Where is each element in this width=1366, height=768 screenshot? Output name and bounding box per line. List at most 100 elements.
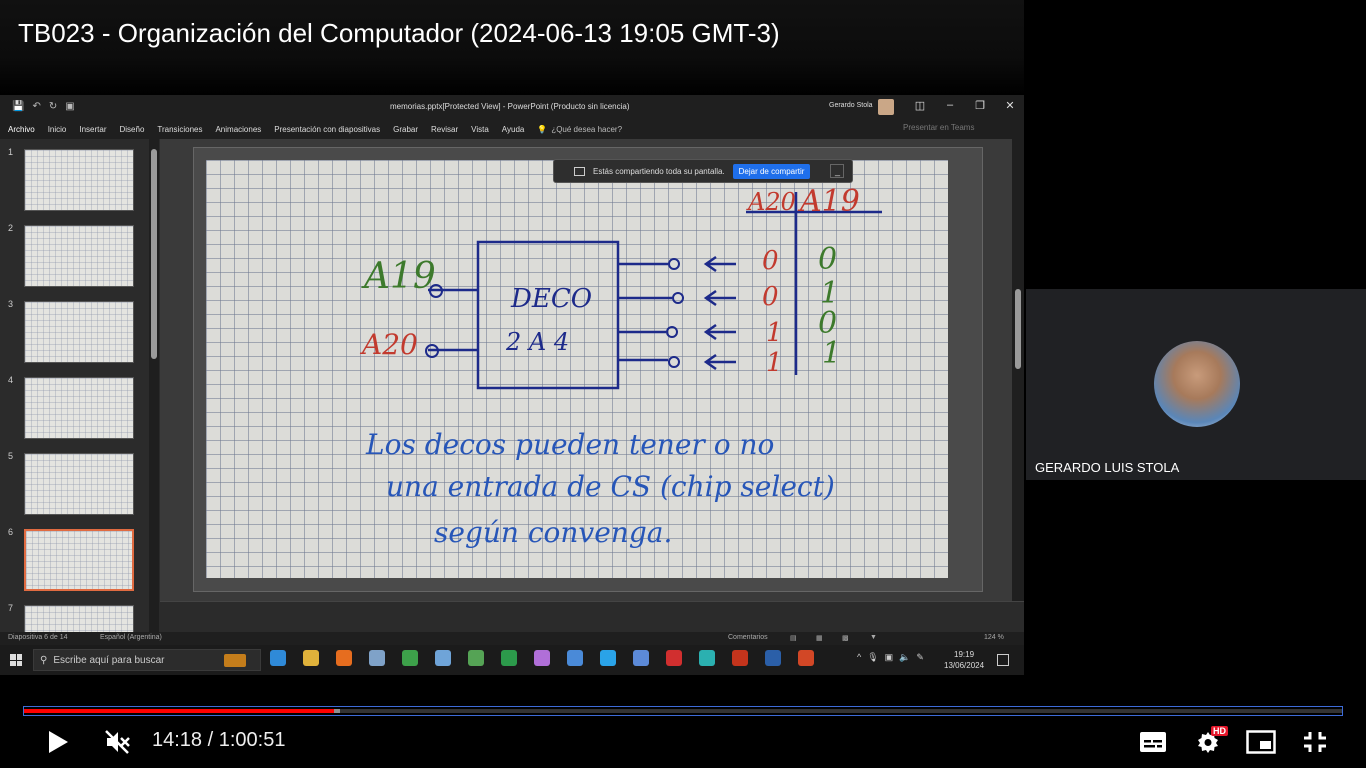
ppt-status-bar: Diapositiva 6 de 14 Español (Argentina) … (0, 632, 1024, 645)
redo-icon[interactable]: ↻ (49, 101, 57, 112)
taskbar-app-icon[interactable] (600, 650, 616, 666)
taskbar-app-icon[interactable] (270, 650, 286, 666)
play-icon (49, 731, 68, 753)
table-cell: 1 (766, 348, 783, 378)
tab-presentacion[interactable]: Presentación con diapositivas (274, 125, 380, 134)
table-cell: 0 (762, 246, 779, 276)
tab-archivo[interactable]: Archivo (8, 125, 35, 134)
taskbar-app-icon[interactable] (435, 650, 451, 666)
search-icon: ⚲ (40, 654, 48, 666)
taskbar-app-icon[interactable] (666, 650, 682, 666)
taskbar-app-icon[interactable] (402, 650, 418, 666)
taskbar-app-icon[interactable] (534, 650, 550, 666)
slide-thumbnail[interactable]: 7 (0, 603, 150, 632)
tab-ayuda[interactable]: Ayuda (502, 125, 525, 134)
thumbnails-scrollbar[interactable] (149, 139, 159, 632)
slide-canvas[interactable]: A19 A20 DECO 2 A 4 A20 A19 0 0 1 1 0 1 0… (160, 139, 1024, 601)
tab-inicio[interactable]: Inicio (48, 125, 67, 134)
tab-diseno[interactable]: Diseño (120, 125, 145, 134)
decoder-label-line1: DECO (511, 284, 593, 314)
restore-icon[interactable]: ❐ (974, 99, 986, 112)
tab-insertar[interactable]: Insertar (79, 125, 106, 134)
slide-thumb-image (24, 377, 134, 439)
slide-thumbnail[interactable]: 2 (0, 223, 150, 291)
slide-frame: A19 A20 DECO 2 A 4 A20 A19 0 0 1 1 0 1 0… (193, 147, 983, 592)
table-cell: 0 (818, 242, 838, 277)
slide-thumbnail[interactable]: 1 (0, 147, 150, 215)
taskbar-search[interactable]: ⚲ Escribe aquí para buscar (33, 649, 261, 671)
undo-icon[interactable]: ↶ (32, 101, 40, 112)
miniplayer-button[interactable] (1243, 724, 1279, 760)
video-player[interactable]: 💾 ↶ ↻ ▣ memorias.pptx[Protected View] - … (0, 0, 1366, 768)
microphone-icon[interactable]: 🎙 (867, 652, 878, 663)
ribbon-display-icon[interactable]: ◫ (914, 99, 926, 112)
network-icon[interactable]: ▣ (885, 652, 894, 663)
stop-sharing-button[interactable]: Dejar de compartir (732, 163, 811, 179)
clock-time: 19:19 (954, 650, 975, 659)
tab-revisar[interactable]: Revisar (431, 125, 458, 134)
slide-thumbnail-active[interactable]: 6 (0, 527, 150, 595)
miniplayer-icon (1246, 730, 1276, 754)
notification-icon[interactable] (997, 654, 1009, 666)
play-button[interactable] (40, 724, 76, 760)
scrollbar-thumb[interactable] (151, 149, 157, 359)
tab-vista[interactable]: Vista (471, 125, 489, 134)
windows-start-icon[interactable] (10, 654, 22, 666)
slides-panel: 1 2 3 4 5 6 7 (0, 139, 160, 632)
normal-view-icon[interactable]: ▤ (790, 634, 797, 642)
taskbar-app-icon[interactable] (369, 650, 385, 666)
taskbar-app-icon[interactable] (732, 650, 748, 666)
slide-sorter-icon[interactable]: ▦ (816, 634, 823, 642)
pen-icon[interactable]: ✎ (916, 652, 924, 663)
taskbar-app-icon[interactable] (303, 650, 319, 666)
tab-grabar[interactable]: Grabar (393, 125, 418, 134)
progress-bar[interactable] (23, 706, 1343, 716)
table-header-a19: A19 (800, 184, 860, 219)
status-language[interactable]: Español (Argentina) (100, 634, 162, 641)
taskbar-app-icon[interactable] (501, 650, 517, 666)
minimize-share-bar-button[interactable]: _ (830, 164, 845, 178)
close-icon[interactable]: ✕ (1004, 99, 1016, 112)
system-tray: ^ 🎙 ▣ 🔈 ✎ (857, 652, 924, 663)
taskbar-app-icon[interactable] (336, 650, 352, 666)
ppt-user-name[interactable]: Gerardo Stola (829, 102, 873, 109)
settings-button[interactable]: HD (1190, 724, 1228, 760)
slide-thumbnail[interactable]: 3 (0, 299, 150, 367)
slide-thumbnail[interactable]: 5 (0, 451, 150, 519)
save-icon[interactable]: 💾 (12, 101, 24, 112)
taskbar-app-icon[interactable] (633, 650, 649, 666)
present-in-teams[interactable]: Presentar en Teams (903, 123, 974, 132)
slideshow-icon[interactable]: ▼ (870, 634, 877, 641)
clock-date: 13/06/2024 (944, 661, 985, 670)
volume-icon[interactable]: 🔈 (899, 652, 910, 663)
slide-photo-handwritten: A19 A20 DECO 2 A 4 A20 A19 0 0 1 1 0 1 0… (206, 160, 948, 578)
slide-number: 5 (8, 451, 14, 461)
taskbar-app-icon[interactable] (699, 650, 715, 666)
minimize-icon[interactable]: – (944, 99, 956, 112)
subtitles-icon (1140, 732, 1166, 752)
reading-view-icon[interactable]: ▩ (842, 634, 849, 642)
taskbar-app-icon[interactable] (567, 650, 583, 666)
slide-thumbnail[interactable]: 4 (0, 375, 150, 443)
mute-button[interactable] (100, 724, 136, 760)
table-cell: 1 (766, 318, 783, 348)
scrollbar-thumb[interactable] (1015, 289, 1021, 369)
taskbar-app-icon[interactable] (468, 650, 484, 666)
comments-button[interactable]: Comentarios (728, 634, 768, 641)
taskbar-app-icon[interactable] (765, 650, 781, 666)
tab-animaciones[interactable]: Animaciones (215, 125, 261, 134)
tray-chevron-icon[interactable]: ^ (857, 652, 861, 663)
slide-thumb-image (24, 529, 134, 591)
ppt-user-avatar[interactable] (878, 99, 894, 115)
zoom-level[interactable]: 124 % (984, 634, 1004, 641)
taskbar-app-icon[interactable] (798, 650, 814, 666)
slide-scrollbar[interactable] (1012, 139, 1024, 601)
subtitles-button[interactable] (1135, 724, 1171, 760)
taskbar-clock[interactable]: 19:19 13/06/2024 (944, 649, 984, 671)
video-title: TB023 - Organización del Computador (202… (18, 18, 780, 48)
ppt-tell-me[interactable]: 💡 ¿Qué desea hacer? (537, 125, 622, 134)
present-icon[interactable]: ▣ (65, 101, 74, 112)
decoder-label-line2: 2 A 4 (506, 328, 570, 356)
tab-transiciones[interactable]: Transiciones (157, 125, 202, 134)
exit-fullscreen-button[interactable] (1297, 724, 1333, 760)
